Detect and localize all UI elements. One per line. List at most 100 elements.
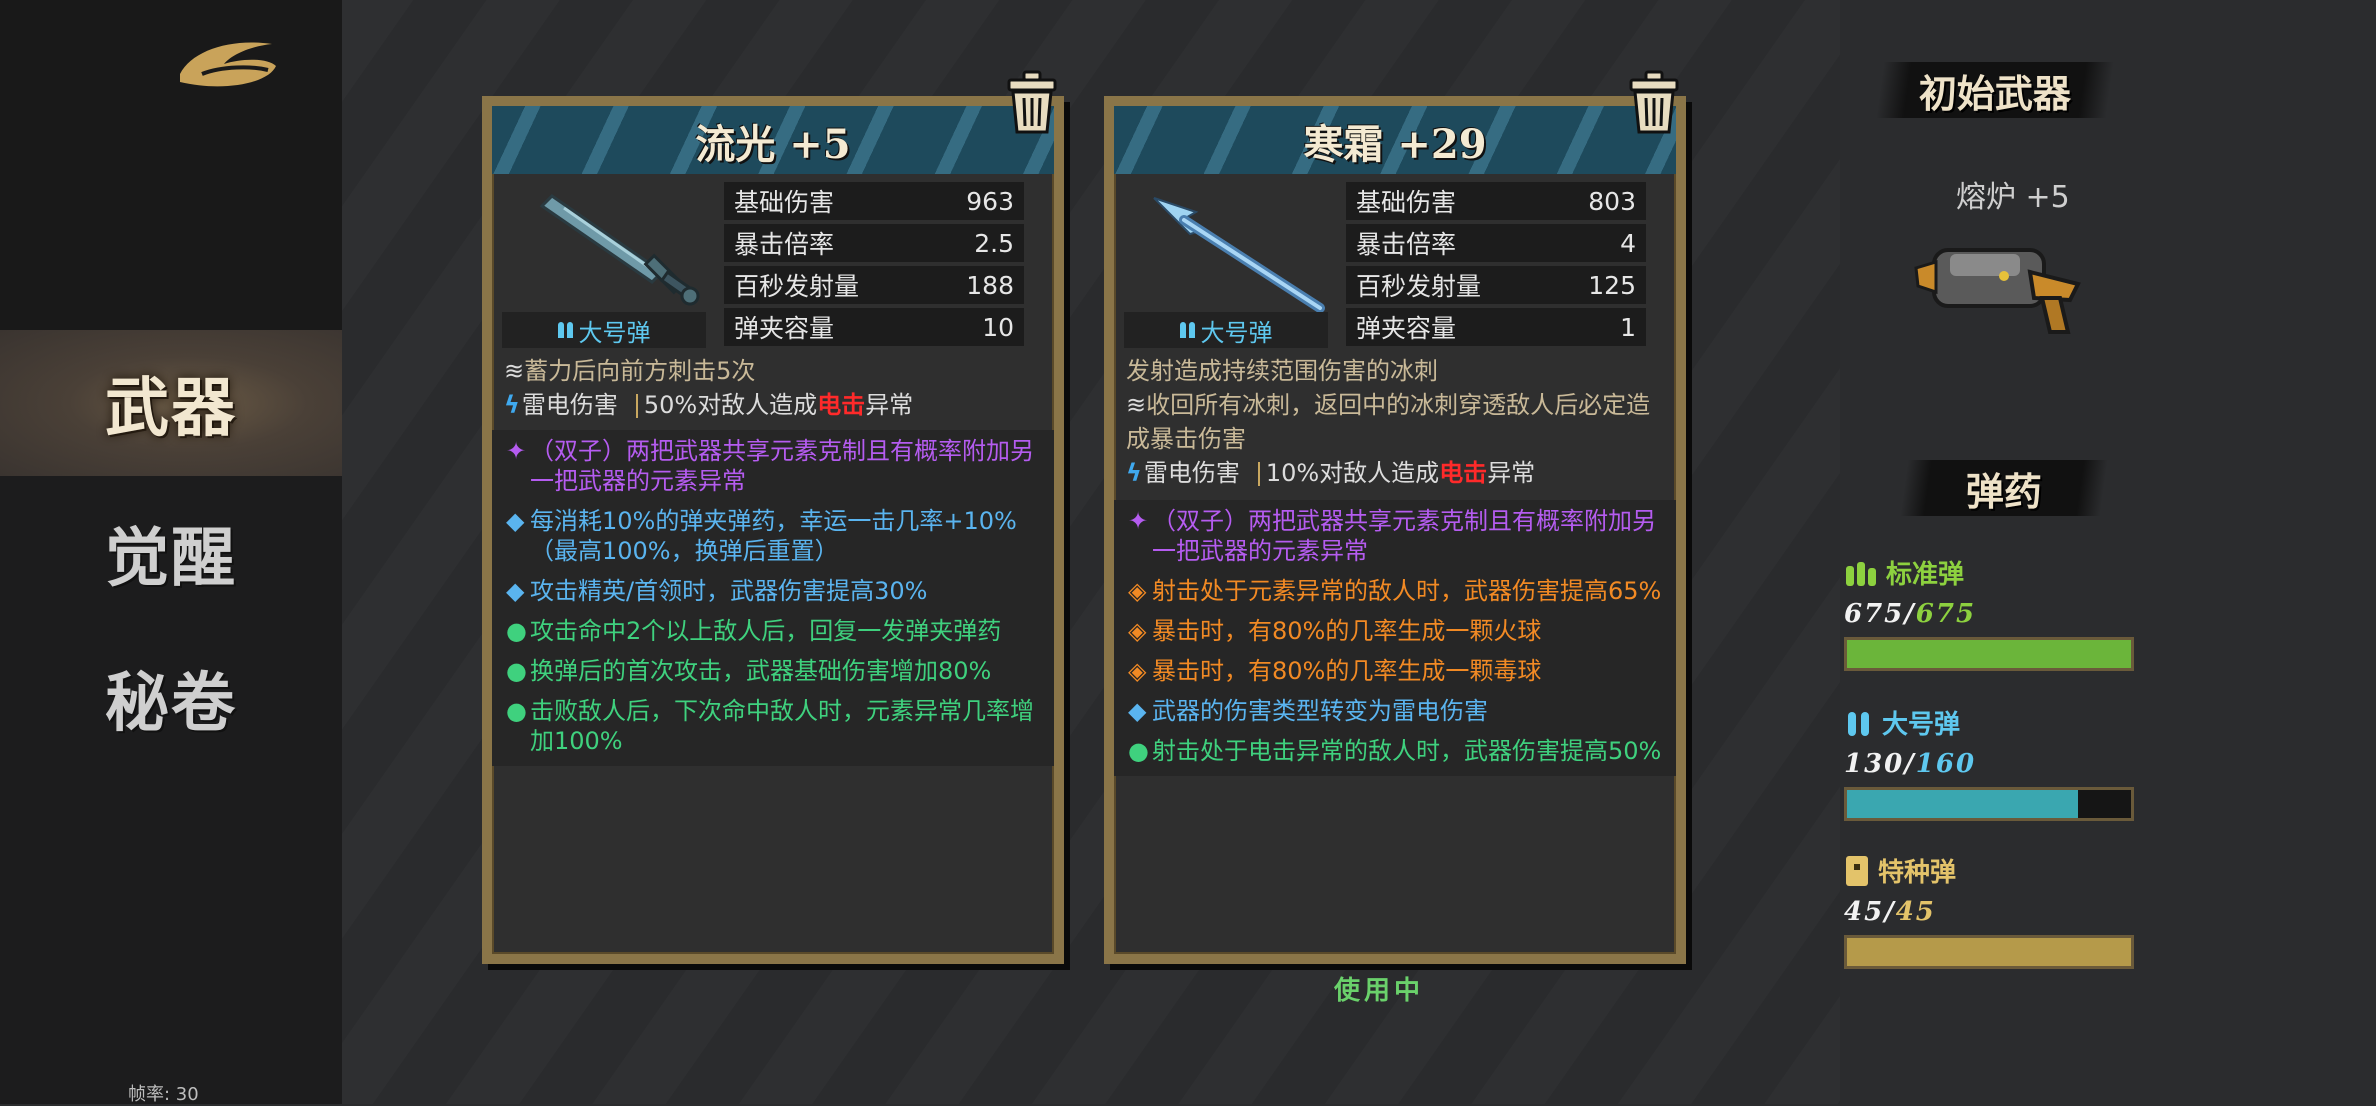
stat-label: 暴击倍率	[1356, 230, 1457, 259]
trait-text: 换弹后的首次攻击，武器基础伤害增加80%	[530, 657, 992, 685]
weapon-card-2[interactable]: 寒霜 +29 大号弹 基础伤害 803 暴击倍率 4 百秒发射量 125 弹夹容量 1 …	[1104, 96, 1686, 964]
ammo-bar-fill	[1847, 790, 2078, 818]
ammo-type-tag: 大号弹	[1124, 312, 1328, 348]
weapon-description: ≋蓄力后向前方刺击5次 ϟ雷电伤害 50%对敌人造成电击异常	[504, 354, 1034, 422]
stat-value: 2.5	[974, 228, 1014, 258]
trash-icon[interactable]	[1628, 70, 1680, 136]
trait-bullet-icon: ◈	[1128, 577, 1147, 605]
trait-bullet-icon: ✦	[506, 437, 527, 465]
ammo-max: 45	[1895, 897, 1936, 927]
stat-row: 暴击倍率 2.5	[724, 224, 1024, 262]
stat-value: 4	[1620, 228, 1636, 258]
trait-text: 击败敌人后，下次命中敌人时，元素异常几率增加100%	[530, 697, 1034, 755]
element-status: 电击	[1439, 459, 1488, 487]
ammo-section-title-text: 弹药	[1965, 468, 2042, 514]
ammo-bar	[1844, 787, 2134, 821]
trait-text: 武器的伤害类型转变为雷电伤害	[1152, 697, 1488, 725]
starting-weapon-name: 熔炉 +5	[1956, 180, 2070, 215]
stat-label: 百秒发射量	[1356, 272, 1482, 301]
ammo-count: 45/45	[1844, 897, 2144, 927]
trait-item: ● 攻击命中2个以上敌人后，回复一发弹夹弹药	[492, 616, 1054, 646]
large-ammo-icon	[1179, 322, 1195, 338]
ammo-type-label: 大号弹	[1200, 318, 1273, 347]
ice-spear-icon	[1153, 197, 1325, 313]
ammo-current: 130	[1844, 749, 1905, 779]
element-label: 雷电伤害	[521, 391, 618, 419]
element-status: 电击	[817, 391, 866, 419]
trait-item: ● 换弹后的首次攻击，武器基础伤害增加80%	[492, 656, 1054, 686]
trait-bullet-icon: ●	[1128, 737, 1149, 765]
stat-row: 弹夹容量 10	[724, 308, 1024, 346]
element-suffix: 异常	[1487, 459, 1536, 487]
ammo-max: 160	[1915, 749, 1977, 779]
stat-label: 弹夹容量	[1356, 314, 1457, 343]
charge-attack-icon: ≋	[504, 357, 525, 385]
ammo-slash: /	[1904, 749, 1916, 779]
stat-row: 基础伤害 963	[724, 182, 1024, 220]
trash-icon[interactable]	[1006, 70, 1058, 136]
ammo-section-title: 弹药	[1900, 460, 2108, 516]
ammo-count: 130/160	[1844, 749, 2144, 779]
element-suffix: 异常	[865, 391, 914, 419]
stats-table: 基础伤害 803 暴击倍率 4 百秒发射量 125 弹夹容量 1	[1346, 182, 1646, 350]
trait-text: 每消耗10%的弹夹弹药，幸运一击几率+10%（最高100%，换弹后重置）	[530, 507, 1017, 565]
large-ammo-icon	[557, 322, 573, 338]
divider	[635, 394, 638, 418]
weapon-title: 流光 +5	[695, 121, 851, 168]
trait-text: 射击处于电击异常的敌人时，武器伤害提高50%	[1152, 737, 1662, 765]
fps-counter: 帧率: 30	[128, 1084, 199, 1105]
stat-value: 963	[966, 186, 1014, 216]
charge-desc-line: ≋蓄力后向前方刺击5次	[504, 354, 1034, 388]
starting-weapon-title-text: 初始武器	[1918, 70, 2071, 116]
weapon-description: 发射造成持续范围伤害的冰刺 ≋收回所有冰刺，返回中的冰刺穿透敌人后必定造成暴击伤…	[1126, 354, 1656, 490]
trait-item: ✦ （双子）两把武器共享元素克制且有概率附加另一把武器的元素异常	[1114, 506, 1676, 566]
trait-item: ◈ 暴击时，有80%的几率生成一颗火球	[1114, 616, 1676, 646]
ammo-name-row: 标准弹	[1844, 554, 2144, 591]
weapon-title: 寒霜 +29	[1303, 121, 1487, 168]
trait-bullet-icon: ●	[506, 617, 527, 645]
standard-ammo-icon	[1846, 561, 1876, 586]
trait-item: ◆ 攻击精英/首领时，武器伤害提高30%	[492, 576, 1054, 606]
divider	[1257, 462, 1260, 486]
stat-row: 百秒发射量 125	[1346, 266, 1646, 304]
nav-weapons[interactable]: 武器	[0, 330, 342, 476]
furnace-weapon-icon[interactable]	[1910, 228, 2090, 348]
charge-desc: 蓄力后向前方刺击5次	[524, 357, 756, 385]
ammo-name-row: 大号弹	[1844, 704, 2144, 741]
trait-bullet-icon: ●	[506, 697, 527, 725]
stat-value: 1	[1620, 312, 1636, 342]
ammo-name: 特种弹	[1878, 858, 1957, 888]
weapon-card-1[interactable]: 流光 +5 大号弹 基础伤害 963 暴击倍率 2.5 百秒发射量 188 弹夹容量 1…	[482, 96, 1064, 964]
recall-desc: 收回所有冰刺，返回中的冰刺穿透敌人后必定造成暴击伤害	[1126, 391, 1651, 453]
stat-value: 10	[982, 312, 1014, 342]
ammo-bar-fill	[1847, 938, 2131, 966]
ammo-current: 45	[1844, 897, 1885, 927]
trait-text: （双子）两把武器共享元素克制且有概率附加另一把武器的元素异常	[530, 437, 1034, 495]
stat-value: 188	[966, 270, 1014, 300]
ammo-bar-fill	[1847, 640, 2131, 668]
trait-item: ◈ 暴击时，有80%的几率生成一颗毒球	[1114, 656, 1676, 686]
trait-item: ◈ 射击处于元素异常的敌人时，武器伤害提高65%	[1114, 576, 1676, 606]
stat-value: 803	[1588, 186, 1636, 216]
nav-awaken[interactable]: 觉醒	[0, 480, 342, 626]
trait-bullet-icon: ✦	[1128, 507, 1149, 535]
ammo-max: 675	[1915, 599, 1977, 629]
trait-bullet-icon: ◆	[506, 577, 525, 605]
ammo-type-tag: 大号弹	[502, 312, 706, 348]
nav-scrolls[interactable]: 秘卷	[0, 625, 342, 771]
ammo-slash: /	[1884, 897, 1896, 927]
trait-item: ✦ （双子）两把武器共享元素克制且有概率附加另一把武器的元素异常	[492, 436, 1054, 496]
ammo-large: 大号弹 130/160	[1844, 704, 2144, 821]
trait-item: ● 射击处于电击异常的敌人时，武器伤害提高50%	[1114, 736, 1676, 766]
trait-bullet-icon: ●	[506, 657, 527, 685]
ammo-bar	[1844, 637, 2134, 671]
trait-bullet-icon: ◈	[1128, 617, 1147, 645]
ammo-name: 标准弹	[1886, 560, 1965, 590]
trait-text: 射击处于元素异常的敌人时，武器伤害提高65%	[1152, 577, 1662, 605]
trait-item: ◆ 每消耗10%的弹夹弹药，幸运一击几率+10%（最高100%，换弹后重置）	[492, 506, 1054, 566]
recall-desc-line: ≋收回所有冰刺，返回中的冰刺穿透敌人后必定造成暴击伤害	[1126, 388, 1656, 456]
large-ammo-icon	[1848, 711, 1869, 736]
stat-label: 弹夹容量	[734, 314, 835, 343]
ammo-count: 675/675	[1844, 599, 2144, 629]
trait-bullet-icon: ◈	[1128, 657, 1147, 685]
